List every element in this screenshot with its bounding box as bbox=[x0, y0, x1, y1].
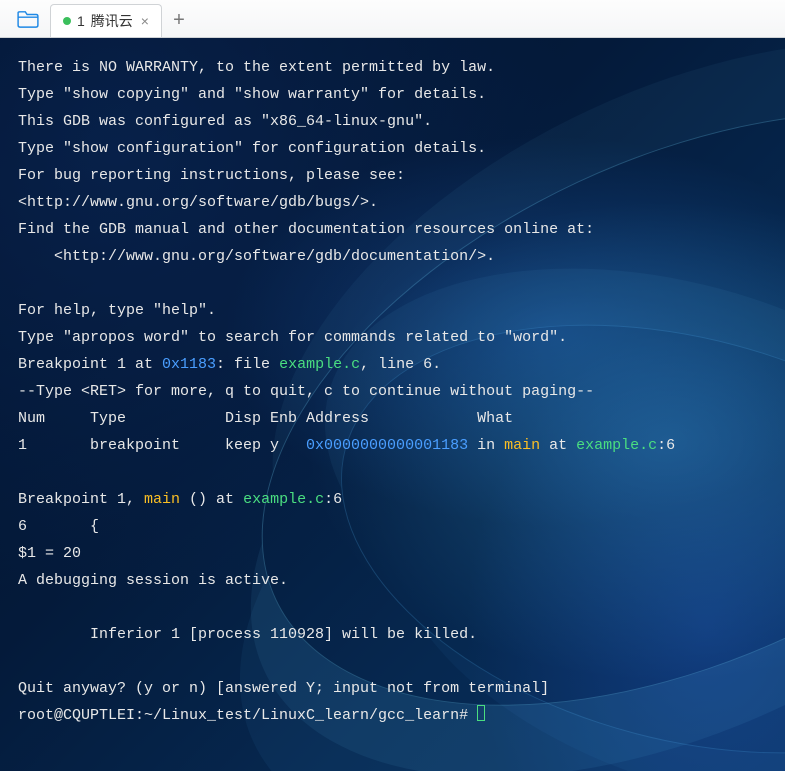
term-line: Quit anyway? (y or n) [answered Y; input… bbox=[18, 680, 549, 697]
function-name: main bbox=[144, 491, 180, 508]
term-line: Find the GDB manual and other documentat… bbox=[18, 221, 594, 238]
term-line: There is NO WARRANTY, to the extent perm… bbox=[18, 59, 495, 76]
new-tab-button[interactable]: + bbox=[162, 4, 196, 37]
open-folder-button[interactable] bbox=[6, 0, 50, 37]
close-icon[interactable]: × bbox=[139, 13, 151, 29]
tab-title: 腾讯云 bbox=[91, 11, 133, 31]
tab-index: 1 bbox=[77, 13, 85, 29]
cursor-icon bbox=[477, 705, 485, 721]
function-name: main bbox=[504, 437, 540, 454]
term-line: Type "apropos word" to search for comman… bbox=[18, 329, 567, 346]
plus-icon: + bbox=[173, 9, 185, 32]
term-line: For help, type "help". bbox=[18, 302, 216, 319]
term-line: <http://www.gnu.org/software/gdb/bugs/>. bbox=[18, 194, 378, 211]
term-line: $1 = 20 bbox=[18, 545, 81, 562]
term-line: <http://www.gnu.org/software/gdb/documen… bbox=[18, 248, 495, 265]
address: 0x1183 bbox=[162, 356, 216, 373]
filename: example.c bbox=[243, 491, 324, 508]
term-line: --Type <RET> for more, q to quit, c to c… bbox=[18, 383, 594, 400]
tab-tencent-cloud[interactable]: 1 腾讯云 × bbox=[50, 4, 162, 37]
term-line: This GDB was configured as "x86_64-linux… bbox=[18, 113, 432, 130]
term-line: A debugging session is active. bbox=[18, 572, 288, 589]
filename: example.c bbox=[576, 437, 657, 454]
term-line: For bug reporting instructions, please s… bbox=[18, 167, 405, 184]
term-line: Breakpoint 1, main () at example.c:6 bbox=[18, 491, 342, 508]
folder-icon bbox=[17, 10, 39, 28]
term-line: Breakpoint 1 at 0x1183: file example.c, … bbox=[18, 356, 441, 373]
term-line: Type "show configuration" for configurat… bbox=[18, 140, 486, 157]
address: 0x0000000000001183 bbox=[306, 437, 468, 454]
terminal-output: There is NO WARRANTY, to the extent perm… bbox=[0, 38, 785, 745]
term-line: Num Type Disp Enb Address What bbox=[18, 410, 513, 427]
filename: example.c bbox=[279, 356, 360, 373]
term-line: Inferior 1 [process 110928] will be kill… bbox=[18, 626, 477, 643]
term-line: 1 breakpoint keep y 0x0000000000001183 i… bbox=[18, 437, 675, 454]
term-line: 6 { bbox=[18, 518, 99, 535]
shell-prompt: root@CQUPTLEI:~/Linux_test/LinuxC_learn/… bbox=[18, 707, 477, 724]
terminal-pane[interactable]: There is NO WARRANTY, to the extent perm… bbox=[0, 38, 785, 771]
prompt-line: root@CQUPTLEI:~/Linux_test/LinuxC_learn/… bbox=[18, 707, 485, 724]
term-line: Type "show copying" and "show warranty" … bbox=[18, 86, 486, 103]
tab-bar: 1 腾讯云 × + bbox=[0, 0, 785, 38]
modified-indicator-icon bbox=[63, 17, 71, 25]
